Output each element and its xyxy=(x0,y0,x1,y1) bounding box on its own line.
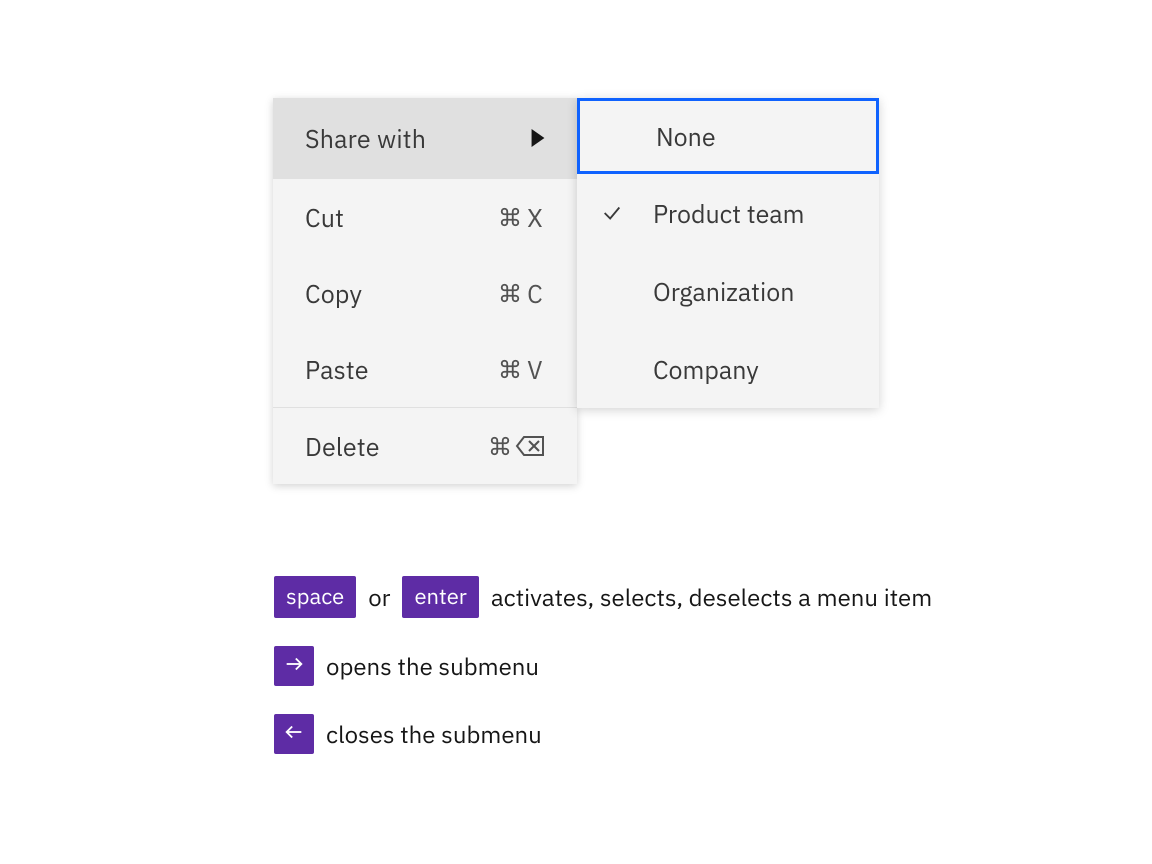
submenu-item-label: Company xyxy=(653,353,759,386)
keyboard-legend: space or enter activates, selects, desel… xyxy=(274,576,932,754)
arrow-left-icon xyxy=(283,721,305,747)
command-icon xyxy=(489,435,511,457)
submenu-item-none[interactable]: None xyxy=(577,98,879,174)
menu-item-delete[interactable]: Delete xyxy=(273,408,577,484)
key-arrow-right xyxy=(274,646,314,686)
menu-item-shortcut xyxy=(489,435,545,457)
command-icon xyxy=(499,282,521,304)
submenu-share-with: None Product team Organization Company xyxy=(577,98,879,408)
legend-text: opens the submenu xyxy=(326,650,539,682)
menu-item-label: Delete xyxy=(305,430,380,463)
submenu-item-company[interactable]: Company xyxy=(577,330,879,408)
submenu-item-label: Organization xyxy=(653,275,794,308)
menu-item-label: Copy xyxy=(305,277,362,310)
menu-item-label: Paste xyxy=(305,353,369,386)
shortcut-key: V xyxy=(525,357,545,382)
menu-item-cut[interactable]: Cut X xyxy=(273,179,577,255)
menu-item-share-with[interactable]: Share with xyxy=(273,98,577,178)
legend-text: activates, selects, deselects a menu ite… xyxy=(491,581,932,613)
submenu-item-organization[interactable]: Organization xyxy=(577,252,879,330)
submenu-item-label: None xyxy=(656,120,716,153)
legend-row: opens the submenu xyxy=(274,646,932,686)
submenu-item-product-team[interactable]: Product team xyxy=(577,174,879,252)
shortcut-key: C xyxy=(525,281,545,306)
menu-item-shortcut: V xyxy=(499,357,545,382)
menu-item-label: Cut xyxy=(305,201,344,234)
command-icon xyxy=(499,206,521,228)
menu-item-shortcut: X xyxy=(499,205,545,230)
backspace-icon xyxy=(515,435,545,457)
legend-row: space or enter activates, selects, desel… xyxy=(274,576,932,618)
key-arrow-left xyxy=(274,714,314,754)
menu-item-label: Share with xyxy=(305,122,426,155)
legend-text: or xyxy=(368,581,390,613)
menu-item-shortcut: C xyxy=(499,281,545,306)
legend-row: closes the submenu xyxy=(274,714,932,754)
menu-item-copy[interactable]: Copy C xyxy=(273,255,577,331)
checkmark-icon xyxy=(601,202,653,224)
context-menu: Share with Cut X Copy xyxy=(273,98,577,484)
key-enter: enter xyxy=(402,576,478,618)
caret-right-icon xyxy=(531,129,545,147)
legend-text: closes the submenu xyxy=(326,718,542,750)
menu-item-paste[interactable]: Paste V xyxy=(273,331,577,407)
key-space: space xyxy=(274,576,356,618)
arrow-right-icon xyxy=(283,653,305,679)
command-icon xyxy=(499,358,521,380)
shortcut-key: X xyxy=(525,205,545,230)
submenu-item-label: Product team xyxy=(653,197,804,230)
